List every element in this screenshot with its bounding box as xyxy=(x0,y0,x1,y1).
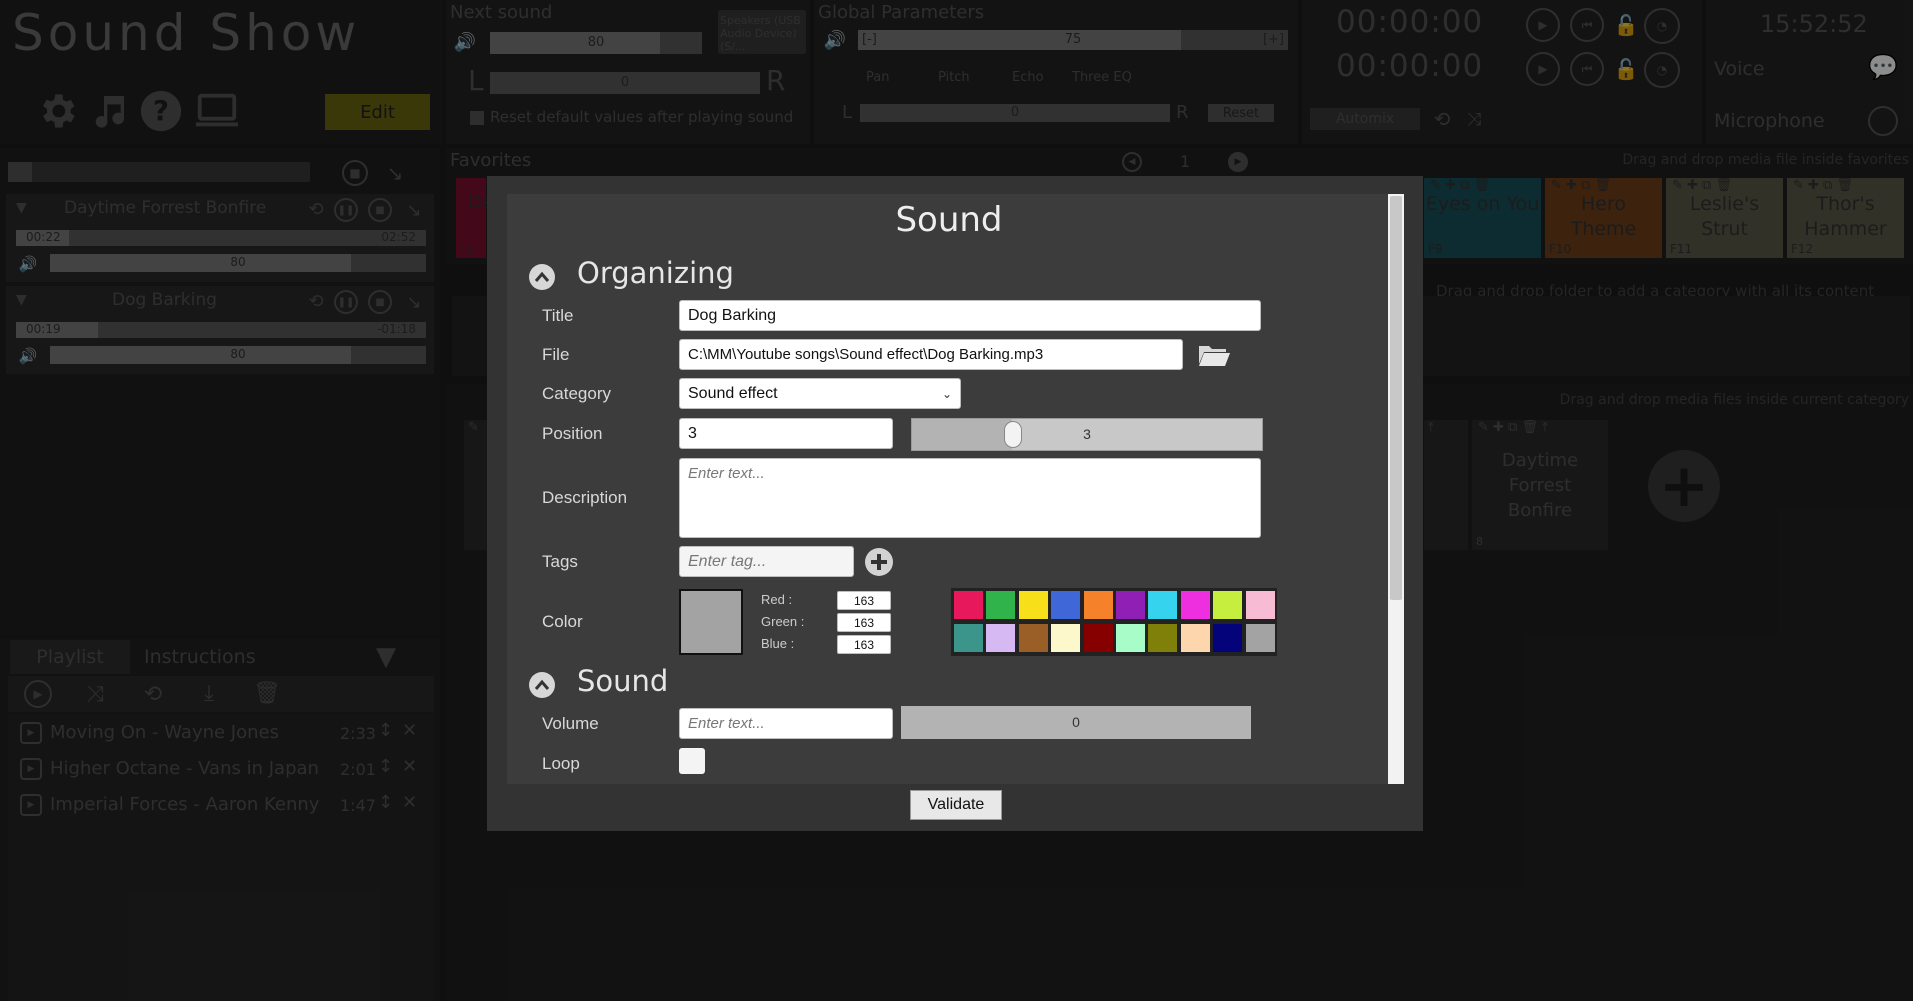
color-swatch[interactable] xyxy=(1147,590,1179,620)
red-label: Red : xyxy=(761,592,793,607)
red-input[interactable]: 163 xyxy=(837,591,891,610)
color-swatch[interactable] xyxy=(1179,623,1211,653)
color-swatch[interactable] xyxy=(1147,623,1179,653)
sound-dialog-content: Sound Organizing Title Dog Barking File … xyxy=(507,194,1391,784)
color-preview[interactable] xyxy=(679,589,743,655)
validate-button[interactable]: Validate xyxy=(910,790,1002,820)
loop-label: Loop xyxy=(542,754,580,773)
folder-icon[interactable] xyxy=(1197,340,1231,370)
blue-input[interactable]: 163 xyxy=(837,635,891,654)
color-swatch[interactable] xyxy=(985,590,1017,620)
tag-placeholder: Enter tag... xyxy=(688,552,767,570)
position-input[interactable]: 3 xyxy=(679,418,893,449)
description-textarea[interactable]: Enter text... xyxy=(679,458,1261,538)
color-swatch[interactable] xyxy=(1244,623,1276,653)
green-input[interactable]: 163 xyxy=(837,613,891,632)
file-input[interactable]: C:\MM\Youtube songs\Sound effect\Dog Bar… xyxy=(679,339,1183,370)
color-swatch[interactable] xyxy=(1082,590,1114,620)
position-label: Position xyxy=(542,424,603,443)
green-label: Green : xyxy=(761,614,805,629)
section-sound-title: Sound xyxy=(577,664,669,698)
volume-placeholder: Enter text... xyxy=(688,715,765,732)
description-placeholder: Enter text... xyxy=(688,465,765,482)
volume-label: Volume xyxy=(542,714,599,733)
color-swatch[interactable] xyxy=(1212,623,1244,653)
color-swatch[interactable] xyxy=(1050,623,1082,653)
color-swatch[interactable] xyxy=(953,623,984,653)
color-swatch[interactable] xyxy=(985,623,1017,653)
color-swatch[interactable] xyxy=(1179,590,1211,620)
loop-checkbox[interactable] xyxy=(679,748,705,774)
dialog-scrollbar-thumb[interactable] xyxy=(1390,196,1402,600)
position-slider[interactable]: 3 xyxy=(911,418,1263,451)
dialog-scrollbar[interactable] xyxy=(1388,194,1404,784)
sound-dialog: Sound Organizing Title Dog Barking File … xyxy=(487,176,1423,831)
color-swatch[interactable] xyxy=(1050,590,1082,620)
tags-label: Tags xyxy=(542,552,578,571)
collapse-sound-icon[interactable] xyxy=(529,672,555,698)
dialog-title: Sound xyxy=(895,200,1003,240)
file-label: File xyxy=(542,345,570,364)
section-organizing-title: Organizing xyxy=(577,256,734,290)
color-swatch[interactable] xyxy=(1017,590,1049,620)
color-swatch[interactable] xyxy=(1115,623,1146,653)
volume-slider[interactable]: 0 xyxy=(901,706,1251,739)
tag-input[interactable]: Enter tag... xyxy=(679,546,854,577)
volume-input[interactable]: Enter text... xyxy=(679,708,893,739)
description-label: Description xyxy=(542,488,628,507)
volume-slider-value: 0 xyxy=(1072,714,1080,730)
color-swatch[interactable] xyxy=(1017,623,1049,653)
add-tag-icon[interactable] xyxy=(863,546,895,578)
blue-label: Blue : xyxy=(761,636,795,651)
chevron-down-icon: ⌄ xyxy=(941,386,952,401)
collapse-organizing-icon[interactable] xyxy=(529,264,555,290)
color-swatch[interactable] xyxy=(1115,590,1146,620)
category-select[interactable]: Sound effect ⌄ xyxy=(679,378,961,409)
title-input[interactable]: Dog Barking xyxy=(679,300,1261,331)
category-select-value: Sound effect xyxy=(688,384,778,402)
position-slider-value: 3 xyxy=(1083,426,1091,442)
color-swatch[interactable] xyxy=(953,590,984,620)
color-swatch[interactable] xyxy=(1082,623,1114,653)
color-swatch[interactable] xyxy=(1244,590,1276,620)
color-label: Color xyxy=(542,612,583,631)
color-palette xyxy=(951,588,1277,656)
title-label: Title xyxy=(542,306,574,325)
color-swatch[interactable] xyxy=(1212,590,1244,620)
category-label: Category xyxy=(542,384,611,403)
